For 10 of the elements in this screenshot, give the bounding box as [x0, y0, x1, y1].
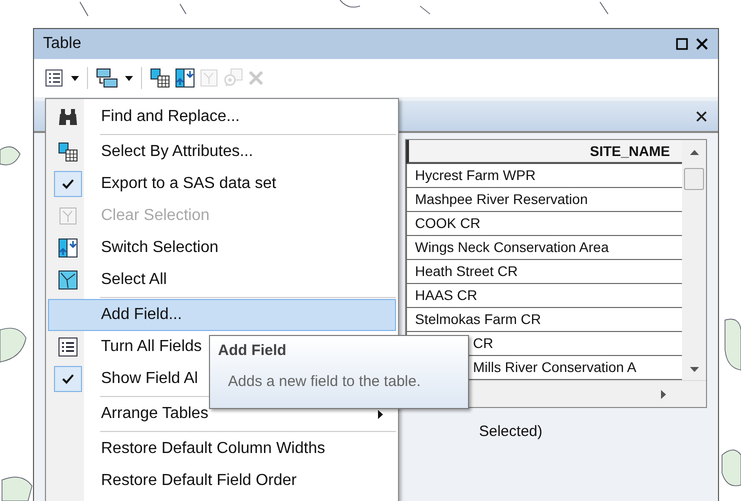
- window-title: Table: [43, 35, 82, 53]
- table-cell: Wings Neck Conservation Area: [406, 236, 682, 260]
- selection-status: Selected): [478, 422, 542, 440]
- table-cell: Mashpee River Reservation: [406, 188, 682, 212]
- table-cell: HAAS CR: [406, 284, 682, 308]
- table-cell: COOK CR: [406, 212, 682, 236]
- tooltip-title: Add Field: [218, 342, 288, 359]
- table-cell: Heath Street CR: [406, 260, 682, 284]
- table-cell: Hycrest Farm WPR: [406, 164, 682, 188]
- table-cell: Stelmokas Farm CR: [406, 308, 682, 332]
